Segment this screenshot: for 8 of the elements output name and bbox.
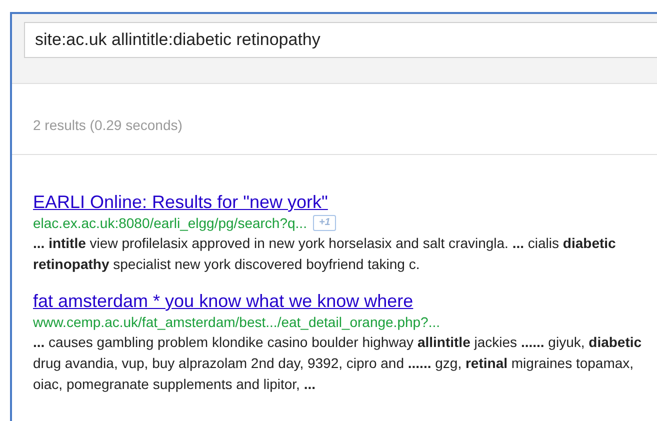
result-stats: 2 results (0.29 seconds) <box>33 117 182 133</box>
result-title-link[interactable]: EARLI Online: Results for "new york" <box>33 191 328 213</box>
search-field[interactable]: site:ac.uk allintitle:diabetic retinopathy <box>24 22 657 58</box>
result-snippet: ... intitle view profilelasix approved in new york horselasix and salt cravingla. ... cialis diabetic retinopathy specialist new york discovered boyfriend taking c. <box>33 234 617 274</box>
result-url: elac.ex.ac.uk:8080/earli_elgg/pg/search?q... <box>33 214 307 233</box>
result-snippet: ... causes gambling problem klondike casino boulder highway allintitle jackies ...... giyuk, diabetic drug avandia, vup, buy alprazolam 2nd day, 9392, cipro and ...... gzg, retinal migraines topamax, oiac, pomegranate supplements and lipitor, ... <box>33 333 643 394</box>
result-title-link[interactable]: fat amsterdam * you know what we know where <box>33 290 414 312</box>
result-url: www.cemp.ac.uk/fat_amsterdam/best.../eat_detail_orange.php?... <box>33 312 440 332</box>
